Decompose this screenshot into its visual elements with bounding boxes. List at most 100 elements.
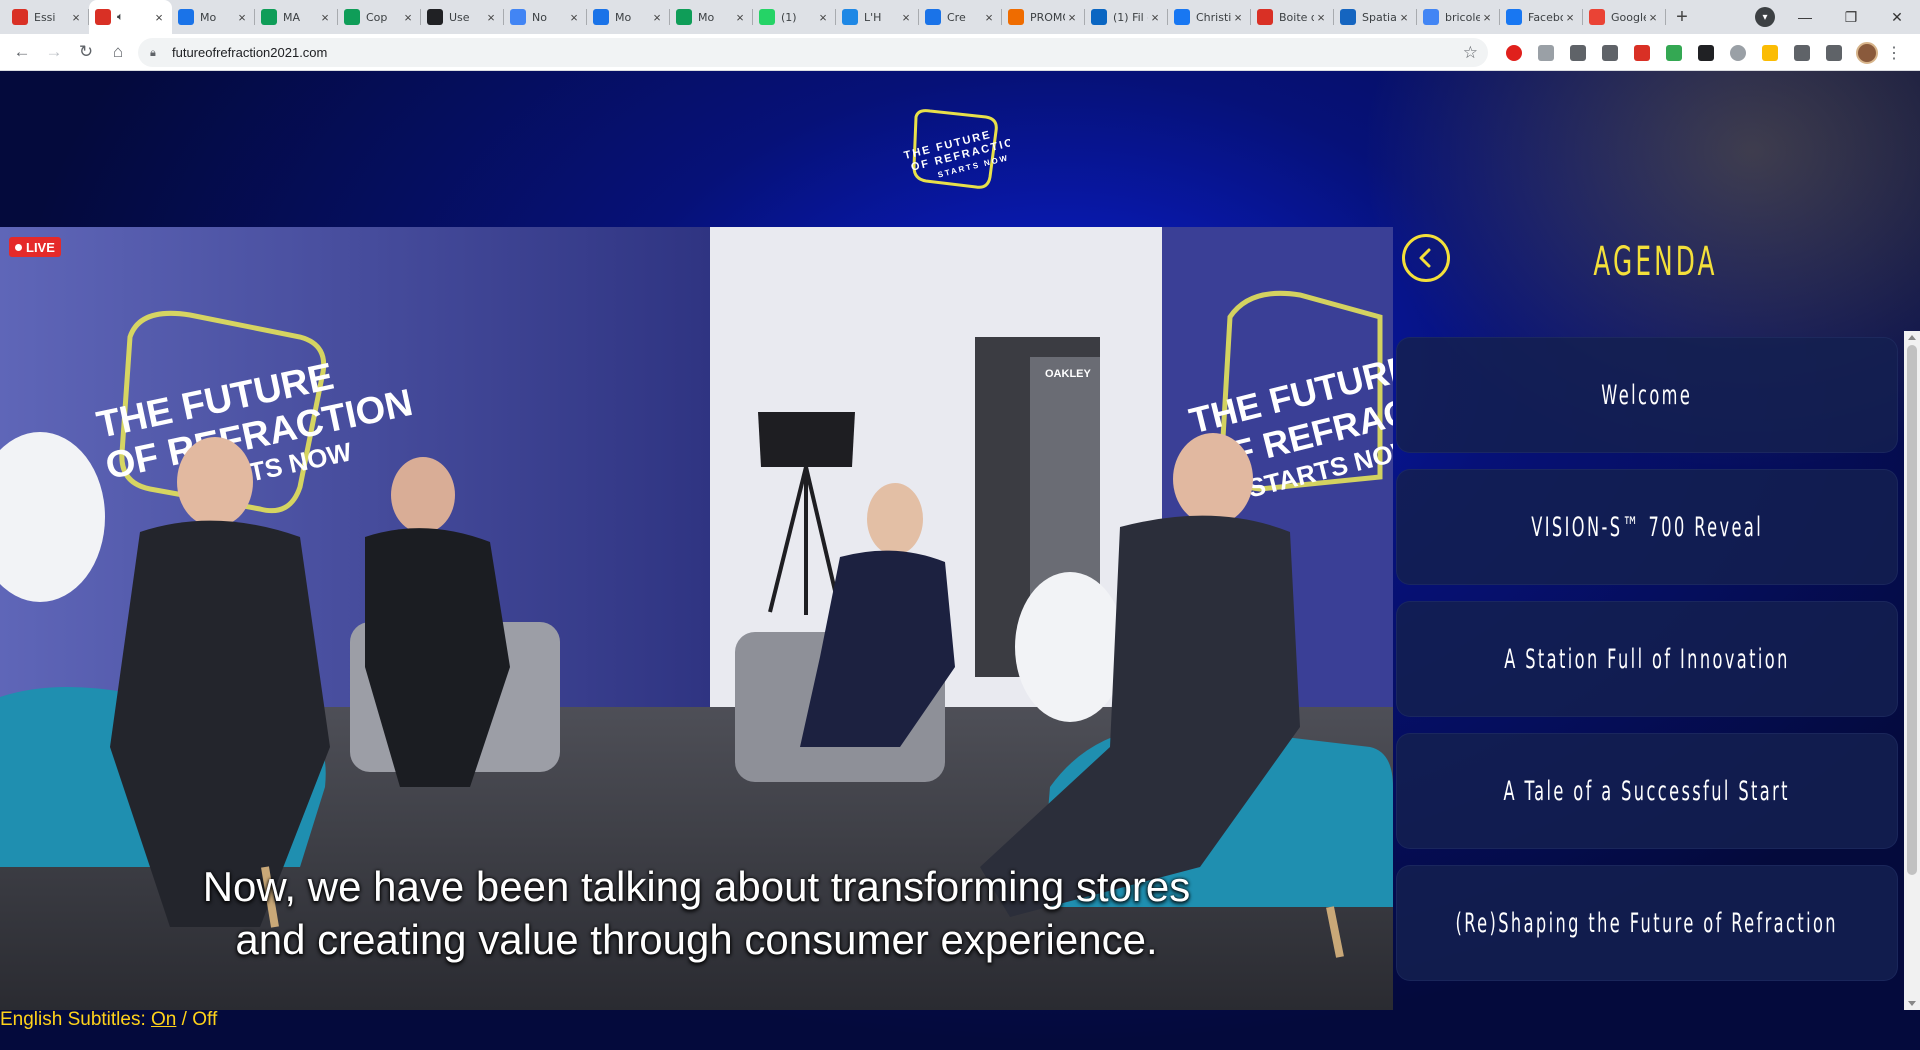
drive-extension-icon[interactable] — [1762, 44, 1778, 61]
url-text[interactable]: futureofrefraction2021.com — [172, 45, 327, 60]
close-tab-icon[interactable]: × — [1231, 10, 1245, 25]
browser-tab[interactable]: Boite de× — [1251, 0, 1334, 34]
agenda-scrollbar[interactable] — [1904, 331, 1920, 1010]
browser-tab[interactable]: Essi × — [6, 0, 89, 34]
opera-extension-icon[interactable] — [1506, 44, 1522, 61]
gmail-icon — [95, 9, 111, 25]
scroll-down-arrow-icon[interactable] — [1908, 1001, 1916, 1006]
browser-tab[interactable]: Use × — [421, 0, 504, 34]
agenda-item-vision-reveal[interactable]: VISION-S™ 700 Reveal — [1396, 469, 1898, 585]
close-tab-icon[interactable]: × — [152, 10, 166, 25]
whatsapp-icon — [759, 9, 775, 25]
browser-tab[interactable]: Google × — [1583, 0, 1666, 34]
plus-extension-icon[interactable] — [1666, 44, 1682, 61]
agenda-item-label: A Station Full of Innovation — [1504, 643, 1790, 675]
agenda-item-reshaping-future[interactable]: (Re)Shaping the Future of Refraction — [1396, 865, 1898, 981]
browser-tab[interactable]: (1) Fil d× — [1085, 0, 1168, 34]
close-tab-icon[interactable]: × — [235, 10, 249, 25]
browser-tab[interactable]: bricole × — [1417, 0, 1500, 34]
close-tab-icon[interactable]: × — [567, 10, 581, 25]
close-tab-icon[interactable]: × — [1314, 10, 1328, 25]
agenda-item-station-innovation[interactable]: A Station Full of Innovation — [1396, 601, 1898, 717]
browser-tab[interactable]: Facebo × — [1500, 0, 1583, 34]
subtitle-line-2: and creating value through consumer expe… — [235, 916, 1158, 963]
event-logo: THE FUTURE OF REFRACTION STARTS NOW — [903, 109, 1010, 189]
browser-tab[interactable]: Christin× — [1168, 0, 1251, 34]
restore-button[interactable]: ❐ — [1828, 0, 1874, 34]
live-badge: LIVE — [9, 237, 61, 257]
profile-avatar[interactable] — [1856, 41, 1878, 64]
agenda-item-successful-start[interactable]: A Tale of a Successful Start — [1396, 733, 1898, 849]
browser-tab[interactable]: Cre × — [919, 0, 1002, 34]
tab-title: bricole — [1445, 10, 1480, 24]
close-window-button[interactable]: ✕ — [1874, 0, 1920, 34]
close-tab-icon[interactable]: × — [318, 10, 332, 25]
close-tab-icon[interactable]: × — [401, 10, 415, 25]
tab-title: Cop — [366, 10, 388, 24]
browser-tab[interactable]: (1) × — [753, 0, 836, 34]
puzzle-extension-icon[interactable] — [1794, 44, 1810, 61]
pdf-extension-icon[interactable] — [1634, 44, 1650, 61]
shield-extension-icon[interactable] — [1538, 44, 1554, 61]
close-tab-icon[interactable]: × — [1148, 10, 1162, 25]
circle-extension-icon[interactable] — [1730, 44, 1746, 61]
close-tab-icon[interactable]: × — [816, 10, 830, 25]
close-tab-icon[interactable]: × — [982, 10, 996, 25]
tab-search-icon[interactable]: ▾ — [1755, 7, 1775, 27]
box-extension-icon[interactable] — [1602, 44, 1618, 61]
close-tab-icon[interactable]: × — [733, 10, 747, 25]
scroll-up-arrow-icon[interactable] — [1908, 335, 1916, 340]
facebook-icon — [1174, 9, 1190, 25]
close-tab-icon[interactable]: × — [1646, 10, 1660, 25]
tab-title: Boite de — [1279, 10, 1314, 24]
audio-playing-icon[interactable]: 🔈︎ — [117, 11, 124, 24]
close-tab-icon[interactable]: × — [1563, 10, 1577, 25]
browser-tab[interactable]: 🔈︎ × — [89, 0, 172, 34]
agenda-item-welcome[interactable]: Welcome — [1396, 337, 1898, 453]
subtitles-off-link[interactable]: Off — [192, 1009, 217, 1030]
tab-title: No — [532, 10, 547, 24]
close-tab-icon[interactable]: × — [1065, 10, 1079, 25]
close-tab-icon[interactable]: × — [899, 10, 913, 25]
browser-tab[interactable]: Mo × — [587, 0, 670, 34]
tab-list: Essi × 🔈︎ × Mo × MA × Cop × Use × No × Mo × Mo × (1) × L'H × C… — [0, 0, 1666, 34]
tab-title: PROMO — [1030, 10, 1065, 24]
browser-tab[interactable]: Mo × — [172, 0, 255, 34]
scrollbar-thumb[interactable] — [1907, 345, 1917, 875]
close-tab-icon[interactable]: × — [1480, 10, 1494, 25]
browser-tab[interactable]: Mo × — [670, 0, 753, 34]
tab-title: L'H — [864, 10, 882, 24]
tab-title: Facebo — [1528, 10, 1563, 24]
reload-button[interactable]: ↻ — [70, 36, 102, 68]
back-button[interactable]: ← — [6, 36, 38, 68]
close-tab-icon[interactable]: × — [69, 10, 83, 25]
tab-title: Mo — [200, 10, 217, 24]
address-bar[interactable]: 🔒︎ futureofrefraction2021.com ☆ — [138, 38, 1488, 67]
linkedin-icon — [1091, 9, 1107, 25]
subtitles-on-link[interactable]: On — [151, 1009, 176, 1030]
browser-tab[interactable]: Cop × — [338, 0, 421, 34]
forward-button[interactable]: → — [38, 36, 70, 68]
browser-tab[interactable]: PROMO× — [1002, 0, 1085, 34]
more-menu-icon[interactable]: ⋮ — [1884, 43, 1904, 63]
browser-tab[interactable]: MA × — [255, 0, 338, 34]
bookmark-star-icon[interactable]: ☆ — [1463, 43, 1478, 63]
browser-tab[interactable]: L'H × — [836, 0, 919, 34]
reading-list-icon[interactable] — [1826, 44, 1842, 61]
home-button[interactable]: ⌂ — [102, 36, 134, 68]
minimize-button[interactable]: — — [1782, 0, 1828, 34]
lock-icon[interactable]: 🔒︎ — [150, 47, 162, 59]
video-player[interactable]: THE FUTURE OF REFRACTION STARTS NOW THE … — [0, 227, 1393, 1010]
browser-tab[interactable]: Spatial × — [1334, 0, 1417, 34]
tab-title: Christin — [1196, 10, 1231, 24]
glasses-extension-icon[interactable] — [1698, 44, 1714, 61]
browser-tab[interactable]: No × — [504, 0, 587, 34]
agenda-back-button[interactable] — [1402, 234, 1450, 282]
dropbox-extension-icon[interactable] — [1570, 44, 1586, 61]
close-tab-icon[interactable]: × — [650, 10, 664, 25]
facebook-icon — [1506, 9, 1522, 25]
new-tab-button[interactable]: + — [1666, 0, 1698, 34]
close-tab-icon[interactable]: × — [484, 10, 498, 25]
oakley-sign: OAKLEY — [1045, 368, 1092, 380]
close-tab-icon[interactable]: × — [1397, 10, 1411, 25]
